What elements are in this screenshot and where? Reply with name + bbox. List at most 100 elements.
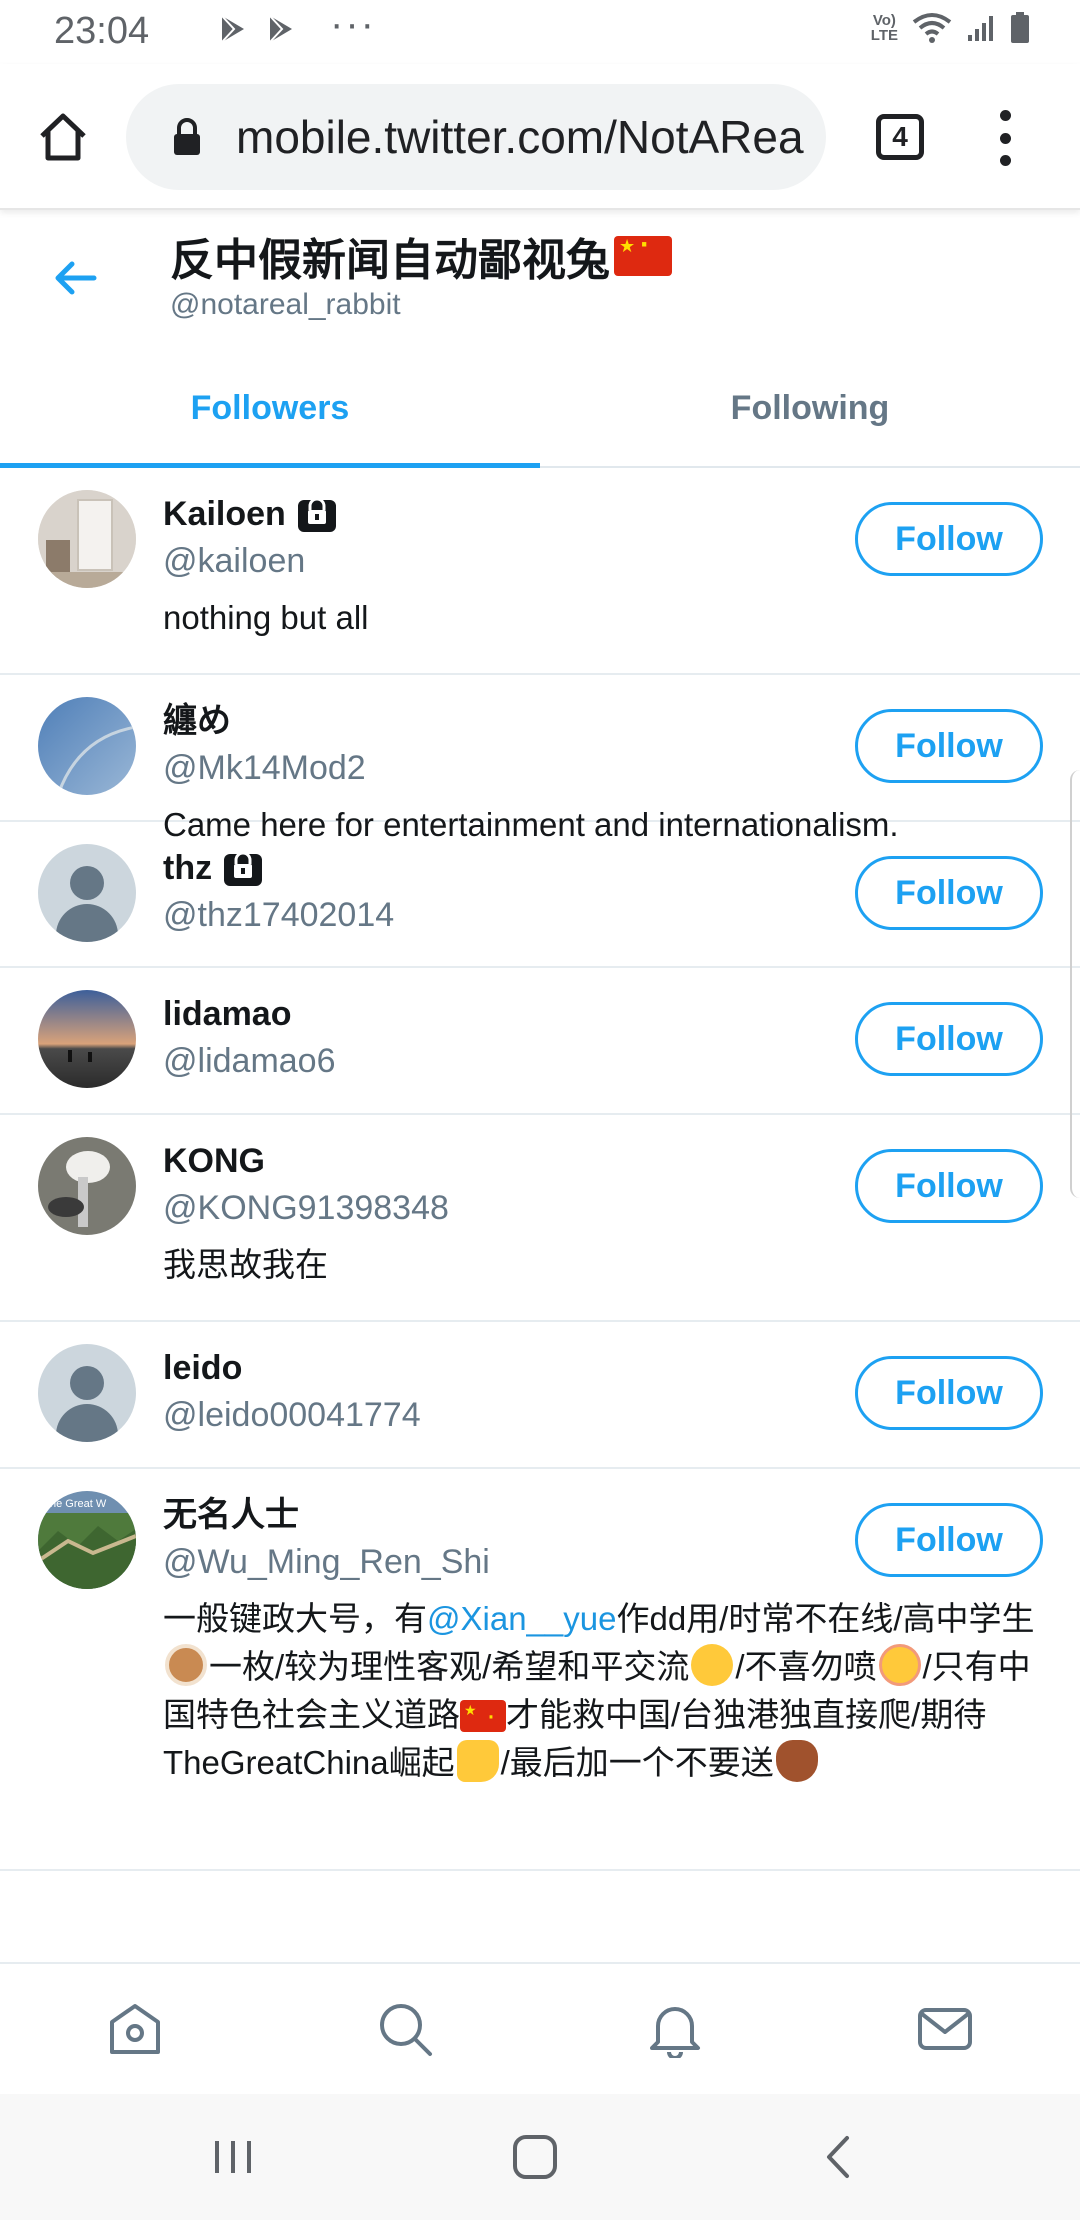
list-item[interactable]: Kailoen @kailoen nothing but all Follow [0, 468, 1080, 675]
menu-dot [999, 132, 1011, 144]
avatar-caption: he Great W [50, 1498, 107, 1510]
profile-name: 反中假新闻自动鄙视兔 [170, 224, 672, 288]
list-item[interactable]: KONG @KONG91398348 我思故我在 Follow [0, 1115, 1080, 1322]
bottom-navigation [0, 1962, 1080, 2094]
address-bar[interactable]: mobile.twitter.com/NotARea [126, 84, 826, 190]
secure-lock-icon [174, 118, 200, 155]
avatar [38, 990, 136, 1088]
menu-dot [999, 110, 1011, 121]
nav-notifications[interactable] [540, 1964, 810, 2094]
follow-button[interactable]: Follow [855, 1149, 1043, 1223]
follow-button[interactable]: Follow [855, 1503, 1043, 1577]
nav-search[interactable] [270, 1964, 540, 2094]
url-text: mobile.twitter.com/NotARea [236, 111, 804, 163]
list-item[interactable]: 纏め @Mk14Mod2 Came here for entertainment… [0, 675, 1080, 843]
back-button[interactable] [48, 250, 104, 306]
play-store-icon [269, 15, 292, 43]
avatar [38, 697, 136, 795]
volte-icon: Vo) LTE [870, 12, 898, 44]
home-system-button[interactable] [508, 2130, 562, 2184]
china-flag-icon [460, 1692, 506, 1740]
user-name-text: 纏め [163, 702, 231, 740]
wifi-icon [912, 13, 952, 43]
default-avatar [38, 1344, 136, 1442]
tab-switcher-button[interactable]: 4 [876, 114, 924, 160]
status-time: 23:04 [54, 10, 150, 52]
follow-button[interactable]: Follow [855, 709, 1043, 783]
profile-name-text: 反中假新闻自动鄙视兔 [170, 236, 610, 285]
nav-messages[interactable] [810, 1964, 1080, 2094]
avatar-image [38, 490, 136, 588]
mention-link[interactable]: @Xian__yue [427, 1600, 616, 1637]
thumbs-up-emoji [456, 1740, 499, 1782]
envelope-icon [918, 2008, 972, 2050]
user-name-text: KONG [163, 1142, 265, 1180]
search-icon [380, 2004, 432, 2056]
avatar-image [38, 697, 136, 795]
follow-button[interactable]: Follow [855, 856, 1043, 930]
user-name-text: thz [163, 849, 213, 887]
avatar: he Great W [38, 1491, 136, 1589]
browser-toolbar: mobile.twitter.com/NotARea 4 [0, 64, 1080, 210]
status-bar: 23:04 ··· Vo) LTE [0, 0, 1080, 64]
user-bio: 我思故我在 [163, 1246, 328, 1283]
tab-followers[interactable]: Followers [0, 350, 540, 468]
list-item[interactable]: lidamao @lidamao6 Follow [0, 968, 1080, 1115]
play-store-icon [221, 15, 244, 43]
bio-text: 作dd用/时常不在线/高中学生 [616, 1600, 1035, 1637]
list-item[interactable]: thz @thz17402014 Follow [0, 822, 1080, 968]
followers-list: Kailoen @kailoen nothing but all Follow [0, 468, 1080, 1962]
bio-text: /不喜勿喷 [735, 1648, 877, 1685]
list-item[interactable]: leido @leido00041774 Follow [0, 1322, 1080, 1469]
avatar-image [38, 1137, 136, 1235]
user-bio: 一般键政大号，有@Xian__yue作dd用/时常不在线/高中学生一枚/较为理性… [163, 1595, 1040, 1787]
chevron-left-icon [827, 2136, 849, 2178]
protected-lock-icon [224, 851, 263, 886]
status-notification-icons [218, 14, 296, 44]
user-name-text: Kailoen [163, 495, 286, 533]
flushed-face-emoji [878, 1644, 921, 1686]
follow-tabs: Followers Following [0, 350, 1080, 468]
back-arrow-icon [55, 261, 97, 295]
avatar [38, 1137, 136, 1235]
china-flag-icon [614, 228, 672, 276]
status-system-icons: Vo) LTE [871, 12, 1030, 44]
avatar-image [38, 990, 136, 1088]
avatar [38, 490, 136, 588]
user-name-text: lidamao [163, 995, 292, 1033]
more-notifications-icon: ··· [330, 2, 376, 46]
list-item[interactable]: he Great W 无名人士 @Wu_Ming_Ren_Shi 一般键政大号，… [0, 1469, 1080, 1871]
recent-apps-button[interactable] [206, 2130, 260, 2184]
avatar-image: he Great W [38, 1491, 136, 1589]
bell-icon [650, 2007, 700, 2058]
home-square-icon [513, 2135, 557, 2179]
signal-icon [968, 16, 993, 41]
bio-text: 一般键政大号，有 [163, 1600, 427, 1637]
battery-icon [1011, 12, 1029, 43]
user-bio: nothing but all [163, 599, 369, 636]
browser-menu-button[interactable] [990, 110, 1020, 166]
dog-face-emoji [165, 1644, 207, 1686]
user-name-text: leido [163, 1349, 243, 1387]
scrollbar[interactable] [1070, 770, 1080, 1198]
home-icon [110, 2004, 160, 2054]
follow-button[interactable]: Follow [855, 1356, 1043, 1430]
menu-dot [999, 155, 1011, 166]
user-name-text: 无名人士 [163, 1496, 299, 1534]
home-icon [40, 113, 86, 161]
profile-handle: @notareal_rabbit [170, 288, 401, 321]
default-avatar [38, 844, 136, 942]
horse-face-emoji [775, 1740, 818, 1782]
tab-following[interactable]: Following [540, 350, 1080, 466]
browser-home-button[interactable] [30, 104, 96, 170]
back-system-button[interactable] [812, 2130, 866, 2184]
nav-home[interactable] [0, 1964, 270, 2094]
profile-header: 反中假新闻自动鄙视兔 @notareal_rabbit [0, 210, 1080, 350]
system-navigation-bar [0, 2094, 1080, 2220]
follow-button[interactable]: Follow [855, 502, 1043, 576]
smiley-emoji [691, 1644, 734, 1686]
recent-apps-icon [215, 2141, 251, 2173]
follow-button[interactable]: Follow [855, 1002, 1043, 1076]
protected-lock-icon [297, 497, 336, 532]
bio-text: 一枚/较为理性客观/希望和平交流 [209, 1648, 690, 1685]
